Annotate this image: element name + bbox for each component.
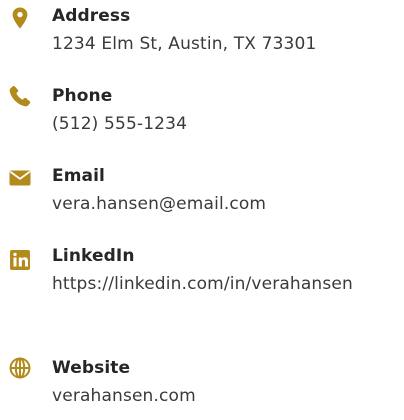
email-link[interactable]: vera.hansen@email.com xyxy=(52,194,266,214)
contact-label: Phone xyxy=(52,86,113,106)
phone-link[interactable]: (512) 555-1234 xyxy=(52,114,187,134)
contact-label: Address xyxy=(52,6,131,26)
globe-icon xyxy=(8,356,32,380)
contact-text-website: Website verahansen.com xyxy=(52,356,382,412)
phone-icon xyxy=(8,84,32,108)
contact-label: Website xyxy=(52,358,131,378)
linkedin-link[interactable]: https://linkedin.com/in/verahansen xyxy=(52,274,353,294)
contact-value[interactable]: vera.hansen@email.com xyxy=(52,188,382,220)
contact-label: LinkedIn xyxy=(52,246,135,266)
contact-text-email: Email vera.hansen@email.com xyxy=(52,164,382,220)
linkedin-icon xyxy=(8,248,32,272)
contact-text-address: Address 1234 Elm St, Austin, TX 73301 xyxy=(52,4,382,60)
contact-text-linkedin: LinkedIn https://linkedin.com/in/verahan… xyxy=(52,244,382,300)
map-pin-icon xyxy=(8,6,32,30)
envelope-icon xyxy=(8,166,32,190)
contact-value[interactable]: verahansen.com xyxy=(52,380,382,412)
contact-label: Email xyxy=(52,166,105,186)
contact-text-phone: Phone (512) 555-1234 xyxy=(52,84,382,140)
contact-value[interactable]: (512) 555-1234 xyxy=(52,108,382,140)
contact-value: 1234 Elm St, Austin, TX 73301 xyxy=(52,34,317,54)
contact-value[interactable]: https://linkedin.com/in/verahansen xyxy=(52,268,382,300)
website-link[interactable]: verahansen.com xyxy=(52,386,196,406)
